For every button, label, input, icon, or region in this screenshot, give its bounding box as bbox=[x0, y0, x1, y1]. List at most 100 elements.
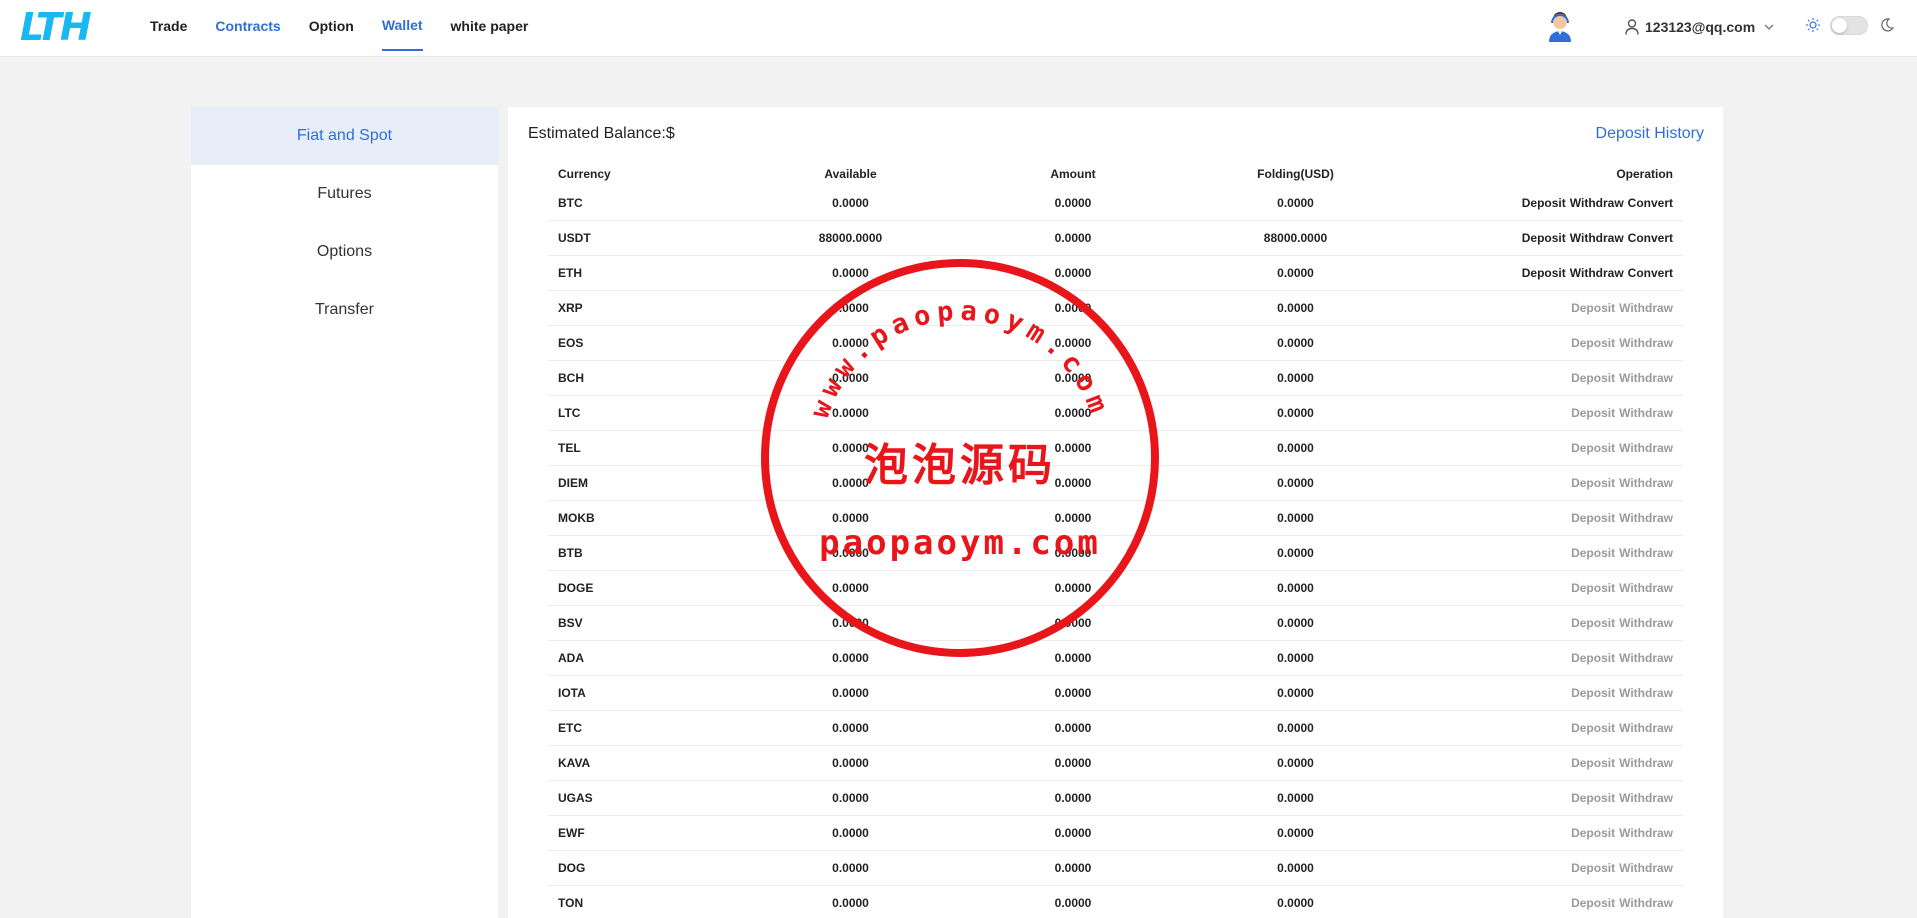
deposit-link[interactable]: Deposit bbox=[1571, 616, 1615, 630]
withdraw-link[interactable]: Withdraw bbox=[1570, 196, 1624, 210]
operation-cell: Deposit Withdraw bbox=[1408, 826, 1673, 840]
withdraw-link[interactable]: Withdraw bbox=[1619, 511, 1673, 525]
deposit-link[interactable]: Deposit bbox=[1571, 756, 1615, 770]
folding-cell: 0.0000 bbox=[1277, 406, 1314, 420]
currency-cell: EWF bbox=[558, 826, 585, 840]
deposit-link[interactable]: Deposit bbox=[1571, 546, 1615, 560]
available-cell: 0.0000 bbox=[832, 371, 869, 385]
deposit-link[interactable]: Deposit bbox=[1522, 231, 1566, 245]
sun-icon bbox=[1806, 18, 1820, 32]
deposit-link[interactable]: Deposit bbox=[1571, 371, 1615, 385]
brand-logo[interactable]: LTH bbox=[20, 8, 92, 46]
withdraw-link[interactable]: Withdraw bbox=[1619, 336, 1673, 350]
currency-cell: KAVA bbox=[558, 756, 591, 770]
currency-cell: UGAS bbox=[558, 791, 593, 805]
amount-cell: 0.0000 bbox=[1054, 336, 1092, 350]
withdraw-link[interactable]: Withdraw bbox=[1570, 231, 1624, 245]
folding-cell: 0.0000 bbox=[1277, 651, 1314, 665]
deposit-link[interactable]: Deposit bbox=[1571, 476, 1615, 490]
deposit-link[interactable]: Deposit bbox=[1571, 791, 1615, 805]
deposit-link[interactable]: Deposit bbox=[1571, 441, 1615, 455]
deposit-link[interactable]: Deposit bbox=[1571, 581, 1615, 595]
deposit-link[interactable]: Deposit bbox=[1571, 686, 1615, 700]
deposit-link[interactable]: Deposit bbox=[1571, 721, 1615, 735]
convert-link[interactable]: Convert bbox=[1628, 231, 1673, 245]
withdraw-link[interactable]: Withdraw bbox=[1619, 476, 1673, 490]
deposit-link[interactable]: Deposit bbox=[1571, 826, 1615, 840]
table-row: IOTA 0.0000 0.0000 0.0000 Deposit Withdraw bbox=[548, 676, 1683, 711]
support-agent-icon[interactable] bbox=[1547, 12, 1573, 42]
deposit-link[interactable]: Deposit bbox=[1522, 196, 1566, 210]
currency-cell: USDT bbox=[558, 231, 591, 245]
withdraw-link[interactable]: Withdraw bbox=[1619, 406, 1673, 420]
nav-wallet[interactable]: Wallet bbox=[381, 0, 423, 56]
amount-cell: 0.0000 bbox=[1054, 511, 1092, 525]
available-cell: 0.0000 bbox=[832, 441, 869, 455]
deposit-link[interactable]: Deposit bbox=[1571, 896, 1615, 910]
operation-cell: Deposit Withdraw bbox=[1408, 406, 1673, 420]
nav-option[interactable]: Option bbox=[309, 0, 354, 56]
withdraw-link[interactable]: Withdraw bbox=[1619, 546, 1673, 560]
deposit-link[interactable]: Deposit bbox=[1522, 266, 1566, 280]
deposit-link[interactable]: Deposit bbox=[1571, 861, 1615, 875]
convert-link[interactable]: Convert bbox=[1628, 266, 1673, 280]
withdraw-link[interactable]: Withdraw bbox=[1619, 581, 1673, 595]
available-cell: 0.0000 bbox=[832, 476, 869, 490]
available-cell: 0.0000 bbox=[832, 301, 869, 315]
amount-cell: 0.0000 bbox=[1054, 861, 1092, 875]
deposit-link[interactable]: Deposit bbox=[1571, 651, 1615, 665]
deposit-link[interactable]: Deposit bbox=[1571, 406, 1615, 420]
amount-cell: 0.0000 bbox=[1054, 266, 1092, 280]
folding-cell: 0.0000 bbox=[1277, 196, 1314, 210]
folding-cell: 88000.0000 bbox=[1263, 231, 1328, 245]
withdraw-link[interactable]: Withdraw bbox=[1570, 266, 1624, 280]
sidebar-item-fiat-spot[interactable]: Fiat and Spot bbox=[191, 107, 498, 165]
theme-toggle[interactable] bbox=[1830, 16, 1868, 35]
operation-cell: Deposit Withdraw bbox=[1408, 476, 1673, 490]
amount-cell: 0.0000 bbox=[1054, 756, 1092, 770]
sidebar-item-transfer[interactable]: Transfer bbox=[191, 281, 498, 339]
user-menu[interactable]: 123123@qq.com bbox=[1625, 17, 1775, 37]
deposit-link[interactable]: Deposit bbox=[1571, 301, 1615, 315]
amount-cell: 0.0000 bbox=[1054, 791, 1092, 805]
operation-cell: Deposit Withdraw bbox=[1408, 686, 1673, 700]
withdraw-link[interactable]: Withdraw bbox=[1619, 826, 1673, 840]
withdraw-link[interactable]: Withdraw bbox=[1619, 861, 1673, 875]
nav-trade[interactable]: Trade bbox=[150, 0, 187, 56]
nav-contracts[interactable]: Contracts bbox=[215, 0, 280, 56]
currency-cell: BCH bbox=[558, 371, 584, 385]
currency-cell: TEL bbox=[558, 441, 581, 455]
deposit-link[interactable]: Deposit bbox=[1571, 336, 1615, 350]
amount-cell: 0.0000 bbox=[1054, 721, 1092, 735]
nav-white-paper[interactable]: white paper bbox=[451, 0, 529, 56]
table-row: USDT 88000.0000 0.0000 88000.0000 Deposit Wit… bbox=[548, 221, 1683, 256]
operation-cell: Deposit Withdraw bbox=[1408, 581, 1673, 595]
deposit-link[interactable]: Deposit bbox=[1571, 511, 1615, 525]
amount-cell: 0.0000 bbox=[1054, 651, 1092, 665]
convert-link[interactable]: Convert bbox=[1628, 196, 1673, 210]
withdraw-link[interactable]: Withdraw bbox=[1619, 686, 1673, 700]
withdraw-link[interactable]: Withdraw bbox=[1619, 896, 1673, 910]
amount-cell: 0.0000 bbox=[1054, 896, 1092, 910]
available-cell: 0.0000 bbox=[832, 686, 869, 700]
withdraw-link[interactable]: Withdraw bbox=[1619, 301, 1673, 315]
operation-cell: Deposit Withdraw bbox=[1408, 511, 1673, 525]
withdraw-link[interactable]: Withdraw bbox=[1619, 616, 1673, 630]
currency-cell: BTB bbox=[558, 546, 583, 560]
deposit-history-link[interactable]: Deposit History bbox=[1596, 125, 1704, 143]
folding-cell: 0.0000 bbox=[1277, 826, 1314, 840]
col-currency: Currency bbox=[558, 167, 611, 181]
table-row: TON 0.0000 0.0000 0.0000 Deposit Withdraw bbox=[548, 886, 1683, 918]
currency-cell: TON bbox=[558, 896, 584, 910]
withdraw-link[interactable]: Withdraw bbox=[1619, 791, 1673, 805]
withdraw-link[interactable]: Withdraw bbox=[1619, 756, 1673, 770]
withdraw-link[interactable]: Withdraw bbox=[1619, 651, 1673, 665]
sidebar-item-options[interactable]: Options bbox=[191, 223, 498, 281]
operation-cell: Deposit Withdraw Convert bbox=[1408, 231, 1673, 245]
operation-cell: Deposit Withdraw bbox=[1408, 441, 1673, 455]
withdraw-link[interactable]: Withdraw bbox=[1619, 441, 1673, 455]
withdraw-link[interactable]: Withdraw bbox=[1619, 371, 1673, 385]
table-row: EWF 0.0000 0.0000 0.0000 Deposit Withdraw bbox=[548, 816, 1683, 851]
sidebar-item-futures[interactable]: Futures bbox=[191, 165, 498, 223]
withdraw-link[interactable]: Withdraw bbox=[1619, 721, 1673, 735]
